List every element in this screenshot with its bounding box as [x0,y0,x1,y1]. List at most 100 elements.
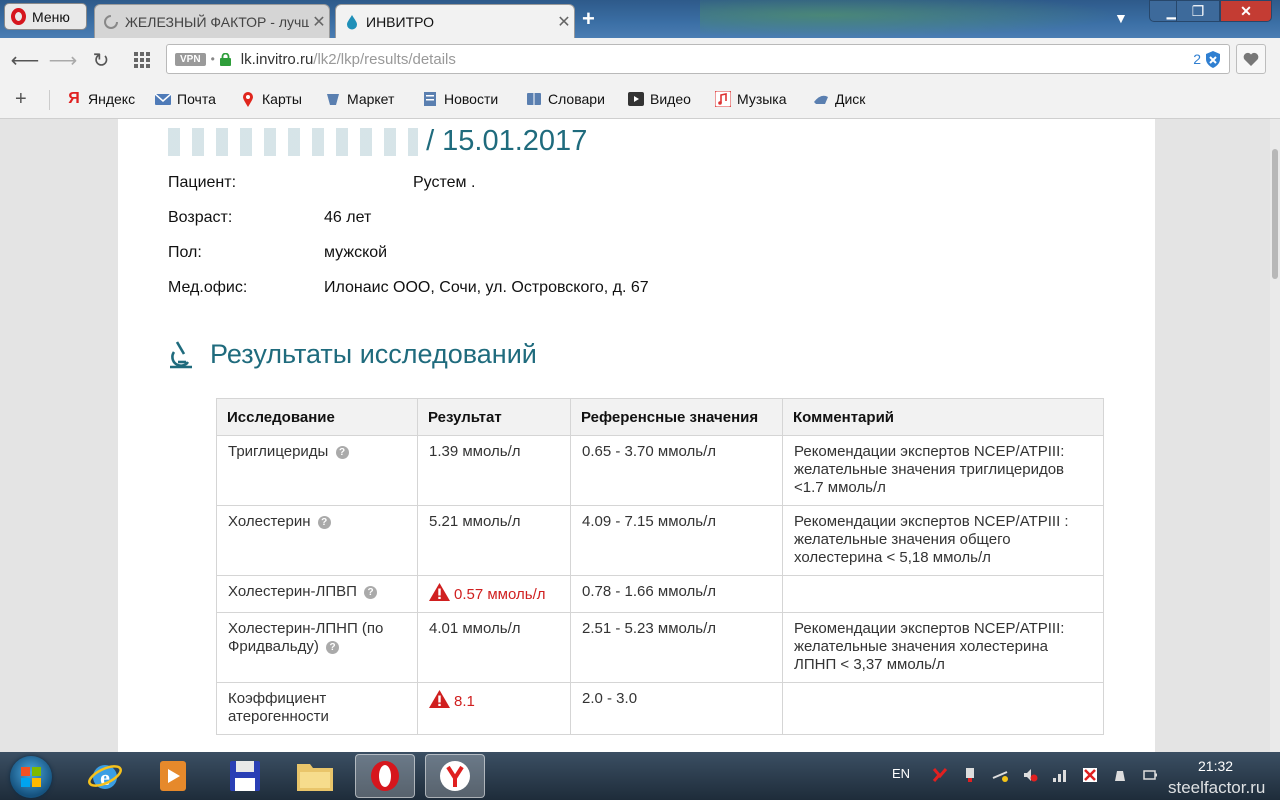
test-name: Холестерин [228,513,311,530]
tab-iron-factor[interactable]: ЖЕЛЕЗНЫЙ ФАКТОР - лучшие ✕ [94,4,330,38]
speed-dial-icon[interactable] [129,47,155,73]
opera-logo-icon [11,8,26,25]
forward-icon[interactable]: ⟶ [49,47,78,73]
help-icon[interactable]: ? [326,640,340,654]
test-cell: Холестерин ? [216,505,418,576]
bookmark-label: Маркет [347,91,395,107]
office-row: Мед.офис: Илонаис ООО, Сочи, ул. Островс… [168,279,649,297]
close-window-button[interactable]: ✕ [1220,0,1272,22]
bookmark-news[interactable]: Новости [422,91,498,107]
save-icon[interactable] [215,754,275,798]
bookmark-yandex[interactable]: Я Яндекс [66,91,135,108]
start-button[interactable] [10,756,52,798]
bookmark-music[interactable]: Музыка [715,91,787,107]
ie-logo-icon: e [88,765,122,790]
bookmark-label: Словари [548,91,605,107]
table-row: Триглицериды ? 1.39 ммоль/л 0.65 - 3.70 … [216,435,1104,506]
maximize-button[interactable]: ❐ [1176,0,1220,22]
help-icon[interactable]: ? [364,585,378,599]
new-tab-button[interactable]: + [582,6,595,32]
redacted-order-number [168,128,418,157]
url-path: /lk2/lkp/results/details [313,50,456,68]
tab-menu-icon[interactable]: ▼ [1114,10,1128,26]
media-player-icon[interactable] [143,754,203,798]
vertical-scrollbar[interactable] [1270,119,1280,752]
order-date: / 15.01.2017 [426,125,588,157]
blocked-count: 2 [1193,51,1201,67]
test-name: Триглицериды [228,443,329,460]
bookmark-dictionaries[interactable]: Словари [526,91,605,107]
tab-close-icon[interactable]: ✕ [554,12,574,32]
bookmark-market[interactable]: Маркет [325,91,394,107]
opera-menu-button[interactable]: Меню [4,3,87,30]
patient-label: Пациент: [168,174,237,191]
action-center-icon[interactable] [1082,767,1098,783]
bookmark-mail[interactable]: Почта [155,91,216,107]
clock[interactable]: 21:32 [1198,758,1233,774]
bookmark-video[interactable]: Видео [628,91,691,107]
watermark: steelfactor.ru [1168,778,1266,797]
divider [49,90,50,110]
favorite-heart-button[interactable] [1236,44,1266,74]
test-cell: Коэффициент атерогенности [216,682,418,735]
help-icon[interactable]: ? [335,445,349,459]
lock-icon[interactable] [219,52,231,66]
sex-value: мужской [324,244,388,261]
test-name: Коэффициент атерогенности [228,690,329,725]
explorer-folder-icon[interactable] [285,754,345,798]
table-row: Холестерин-ЛПВП ? 0.57 ммоль/л 0.78 - 1.… [216,575,1104,613]
test-cell: Триглицериды ? [216,435,418,506]
opera-icon[interactable] [355,754,415,798]
mail-icon [155,93,171,105]
separator-dot: • [210,52,215,66]
bookmark-label: Музыка [737,91,787,107]
kaspersky-icon[interactable] [932,767,948,783]
result-cell: 4.01 ммоль/л [417,612,571,683]
warning-icon [429,583,450,601]
back-icon[interactable]: ⟵ [11,47,40,73]
tab-close-icon[interactable]: ✕ [309,12,329,32]
language-indicator[interactable]: EN [892,766,910,781]
vpn-badge[interactable]: VPN [175,52,206,66]
opera-logo-icon [371,761,399,791]
add-bookmark-icon[interactable]: + [15,88,27,111]
result-cell: 0.57 ммоль/л [417,575,571,613]
table-header-row: Исследование Результат Референсные значе… [216,398,1104,436]
tab-label: ЖЕЛЕЗНЫЙ ФАКТОР - лучшие [125,13,309,30]
help-icon[interactable]: ? [317,515,331,529]
reload-icon[interactable]: ↻ [88,47,114,73]
address-bar[interactable]: VPN • lk.invitro.ru/lk2/lkp/results/deta… [166,44,1230,74]
age-row: Возраст: 46 лет [168,209,371,227]
floppy-icon [230,761,260,791]
tab-invitro[interactable]: ИНВИТРО ✕ [335,4,575,38]
office-value: Илонаис ООО, Сочи, ул. Островского, д. 6… [324,279,649,296]
comment-cell: Рекомендации экспертов NCEP/ATPIII: жела… [782,612,1104,683]
adblock-shield-icon[interactable] [1205,51,1221,68]
scrollbar-thumb[interactable] [1272,149,1278,279]
yandex-browser-icon[interactable] [425,754,485,798]
video-icon [628,92,644,106]
results-table: Исследование Результат Референсные значе… [216,398,1104,735]
music-icon [715,91,731,107]
loading-spinner-icon [104,14,118,29]
column-header: Результат [417,398,571,436]
bookmark-label: Новости [444,91,499,107]
result-value-abnormal: 8.1 [454,693,475,710]
title-bar: Меню ЖЕЛЕЗНЫЙ ФАКТОР - лучшие ✕ ИНВИТРО … [0,0,1280,38]
table-row: Холестерин-ЛПНП (по Фридвальду) ? 4.01 м… [216,612,1104,683]
update-icon[interactable] [1112,767,1128,783]
url-text: lk.invitro.ru/lk2/lkp/results/details [241,51,456,68]
internet-explorer-icon[interactable]: e [75,754,135,798]
battery-icon[interactable] [1142,767,1158,783]
order-title: / 15.01.2017 [168,125,587,158]
bookmark-maps[interactable]: Карты [240,91,302,107]
volume-muted-icon[interactable] [1022,767,1038,783]
results-title: Результаты исследований [210,339,537,369]
table-row: Коэффициент атерогенности 8.1 2.0 - 3.0 [216,682,1104,735]
patient-row: Пациент: Рустем . [168,174,475,192]
signal-bars-icon[interactable] [1052,767,1068,783]
table-row: Холестерин ? 5.21 ммоль/л 4.09 - 7.15 мм… [216,505,1104,576]
network-icon[interactable] [992,767,1008,783]
bookmark-disk[interactable]: Диск [813,91,865,107]
usb-device-icon[interactable] [962,767,978,783]
